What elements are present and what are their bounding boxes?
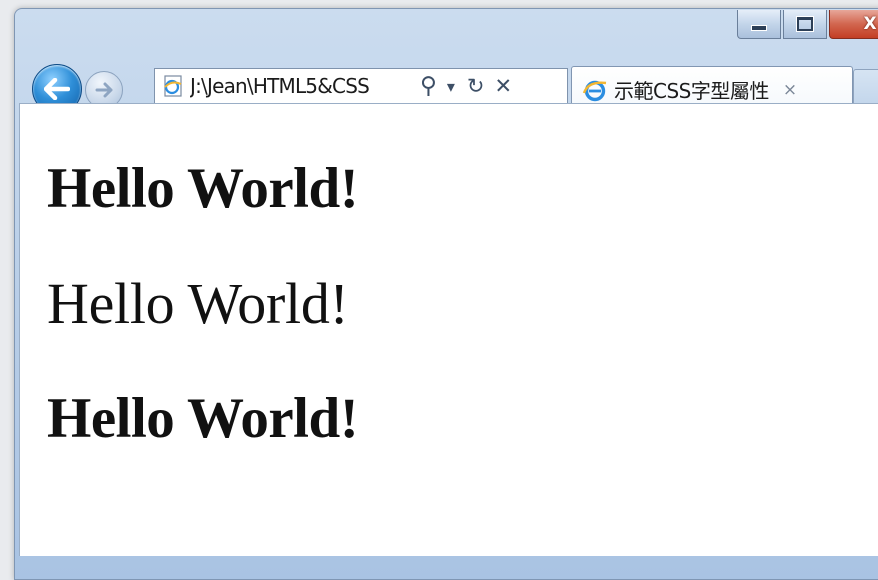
close-button[interactable]: X [829, 10, 878, 39]
back-arrow-icon [44, 78, 70, 100]
address-text[interactable]: J:\Jean\HTML5&CSS [190, 74, 412, 98]
page-content: Hello World! Hello World! Hello World! [19, 103, 878, 556]
tab-title: 示範CSS字型屬性 [614, 79, 769, 103]
forward-arrow-icon [95, 82, 113, 98]
caption-buttons: X [737, 10, 878, 39]
maximize-icon [796, 16, 814, 32]
close-icon: X [863, 14, 877, 34]
stop-icon[interactable]: ✕ [495, 74, 513, 98]
minimize-icon [751, 25, 767, 31]
tab-close-icon[interactable]: × [783, 80, 797, 100]
address-tools: ⚲ ▾ ↻ ✕ [420, 73, 512, 99]
dropdown-icon[interactable]: ▾ [447, 77, 455, 96]
search-icon[interactable]: ⚲ [420, 73, 437, 99]
page-icon [162, 74, 184, 98]
maximize-button[interactable] [783, 10, 827, 39]
minimize-button[interactable] [737, 10, 781, 39]
refresh-icon[interactable]: ↻ [467, 74, 485, 98]
ie-icon [582, 80, 607, 101]
heading-bold-2: Hello World! [47, 387, 359, 450]
heading-bold-1: Hello World! [47, 157, 359, 220]
address-bar[interactable]: J:\Jean\HTML5&CSS ⚲ ▾ ↻ ✕ [154, 68, 568, 104]
heading-normal: Hello World! [47, 271, 349, 336]
